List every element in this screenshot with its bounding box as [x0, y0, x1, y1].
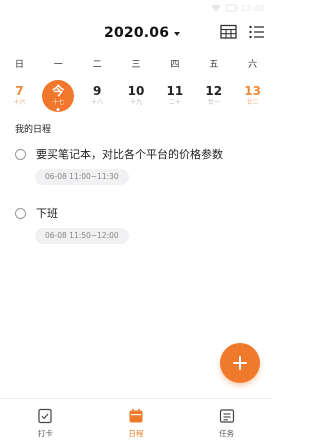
day-number: 12 — [205, 84, 223, 98]
day-cell-11[interactable]: 11 二十 — [155, 80, 194, 114]
day-number: 13 — [244, 84, 261, 98]
lunar-date: 十七 — [52, 99, 65, 106]
weekday-tue: 二 — [92, 60, 102, 70]
tab-label: 日程 — [128, 429, 144, 438]
day-cell-7[interactable]: 7 十六 — [0, 80, 39, 114]
list-view-button[interactable] — [248, 24, 268, 42]
schedule-item[interactable]: 要买笔记本，对比各个平台的价格参数 06-08 11:00~11:30 — [15, 146, 260, 185]
day-number: 9 — [92, 84, 102, 98]
weekday-thu: 四 — [170, 60, 180, 70]
complete-checkbox[interactable] — [15, 148, 26, 160]
section-title: 我的日程 — [15, 125, 52, 135]
tab-checkin[interactable]: 打卡 — [0, 399, 91, 448]
day-cell-9[interactable]: 9 十八 — [78, 80, 117, 114]
tab-label: 任务 — [219, 429, 235, 438]
schedule-item-title: 下班 — [36, 207, 58, 220]
tab-label: 打卡 — [37, 429, 53, 438]
tab-schedule[interactable]: 日程 — [91, 399, 182, 448]
day-number: 11 — [166, 84, 184, 98]
tab-tasks[interactable]: 任务 — [181, 399, 272, 448]
weekday-sat: 六 — [248, 60, 258, 70]
lunar-date: 十八 — [91, 99, 104, 106]
wifi-icon — [211, 4, 221, 12]
time-chip: 06-08 11:50~12:00 — [35, 228, 129, 244]
day-cell-10[interactable]: 10 十九 — [117, 80, 156, 114]
task-list-icon — [219, 409, 234, 423]
weekday-mon: 一 — [53, 60, 63, 70]
day-cell-12[interactable]: 12 廿一 — [194, 80, 233, 114]
month-title: 2020.06 — [104, 25, 170, 41]
status-bar: 13:40 — [0, 0, 272, 16]
schedule-item-title: 要买笔记本，对比各个平台的价格参数 — [36, 148, 223, 161]
battery-icon — [225, 4, 238, 12]
lunar-date: 二十 — [168, 99, 181, 106]
status-time: 13:40 — [240, 3, 264, 13]
week-date-strip: 7 十六 今 十七 9 十八 10 十九 11 二十 12 廿一 13 廿二 — [0, 80, 272, 114]
add-schedule-button[interactable] — [220, 343, 260, 383]
lunar-date: 十六 — [13, 99, 26, 106]
bottom-tab-bar: 打卡 日程 任务 — [0, 398, 272, 448]
day-number: 10 — [127, 84, 145, 98]
complete-checkbox[interactable] — [15, 207, 26, 219]
weekday-sun: 日 — [14, 60, 24, 70]
plus-icon — [233, 356, 247, 370]
day-number: 今 — [52, 84, 65, 98]
lunar-date: 廿一 — [207, 99, 220, 106]
caret-down-icon — [174, 31, 181, 36]
lunar-date: 廿二 — [246, 99, 259, 106]
event-dot — [56, 108, 60, 111]
checkin-icon — [38, 408, 52, 424]
list-icon — [249, 25, 264, 39]
lunar-date: 十九 — [130, 99, 143, 106]
month-picker[interactable]: 2020.06 — [104, 25, 181, 41]
weekday-row: 日 一 二 三 四 五 六 — [0, 57, 272, 71]
day-cell-today[interactable]: 今 十七 — [39, 80, 78, 114]
grid-calendar-icon — [220, 24, 237, 39]
calendar-icon — [129, 408, 143, 423]
weekday-wed: 三 — [131, 60, 141, 70]
month-view-button[interactable] — [220, 24, 240, 42]
calendar-header: 2020.06 — [0, 22, 272, 46]
day-number: 7 — [15, 84, 24, 98]
time-chip: 06-08 11:00~11:30 — [35, 169, 129, 185]
weekday-fri: 五 — [209, 60, 219, 70]
schedule-item[interactable]: 下班 06-08 11:50~12:00 — [15, 205, 260, 244]
day-cell-13[interactable]: 13 廿二 — [233, 80, 272, 114]
